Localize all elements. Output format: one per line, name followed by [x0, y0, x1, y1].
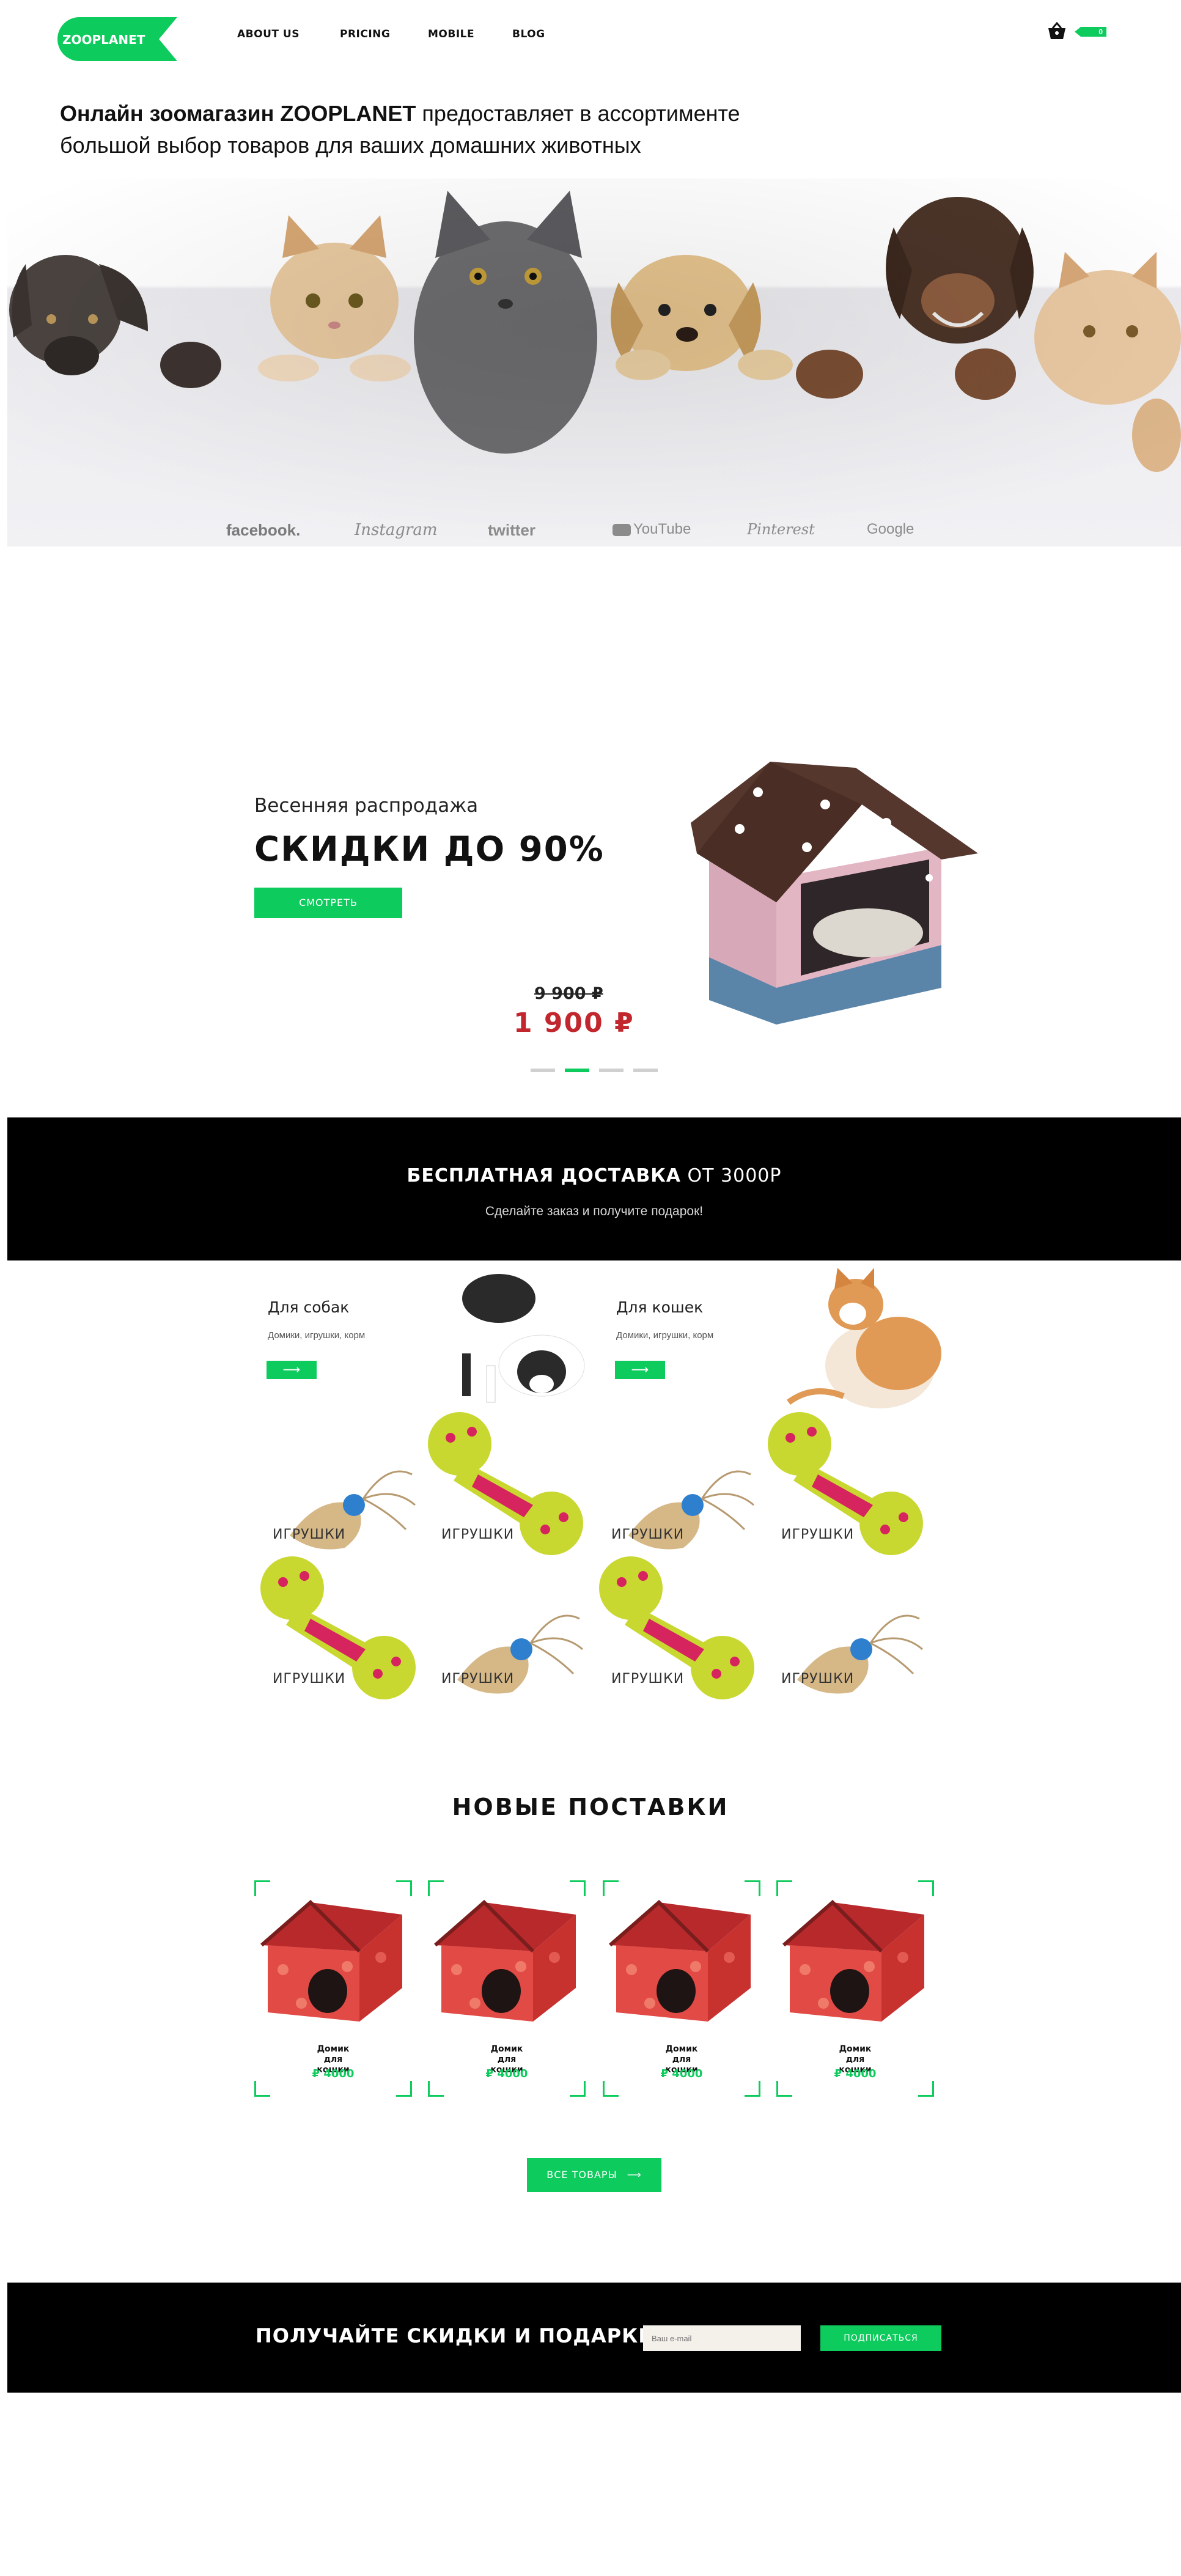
logo-text: ZOOPLANET — [62, 32, 145, 47]
cat-house-image — [260, 1899, 402, 2022]
delivery-title-rest: ОТ 3000Р — [681, 1165, 782, 1187]
toy-mouse-image — [797, 1614, 923, 1694]
intro-bold: Онлайн зоомагазин ZOOPLANET — [60, 101, 416, 126]
toy-label: ИГРУШКИ — [781, 1527, 855, 1542]
frame-corner — [428, 2081, 444, 2097]
brand-logos-row: facebook. Instagram twitter YouTube Pint… — [7, 521, 1181, 545]
toy-label: ИГРУШКИ — [611, 1527, 685, 1542]
slider-dot[interactable] — [531, 1069, 555, 1072]
toy-label: ИГРУШКИ — [611, 1671, 685, 1687]
cat-house-image — [434, 1899, 576, 2022]
category-dogs-subtitle: Домики, игрушки, корм — [268, 1330, 366, 1341]
promo-old-price: 9 900 ₽ — [534, 984, 603, 1003]
frame-corner — [918, 2081, 934, 2097]
cat-house-image — [609, 1899, 751, 2022]
slider-dots — [531, 1069, 659, 1073]
nav-about-us[interactable]: ABOUT US — [237, 28, 300, 40]
intro-rest: предоставляет в ассортименте — [416, 101, 740, 126]
subscribe-title: ПОЛУЧАЙТЕ СКИДКИ И ПОДАРКИ — [256, 2324, 656, 2347]
delivery-title-bold: БЕСПЛАТНАЯ ДОСТАВКА — [407, 1165, 682, 1187]
pinterest-logo: Pinterest — [747, 521, 815, 538]
instagram-logo: Instagram — [355, 521, 438, 539]
pet-house-image — [691, 762, 978, 1025]
slider-dot[interactable] — [565, 1069, 589, 1072]
twitter-logo: twitter — [488, 521, 535, 539]
all-products-button[interactable]: ВСЕ ТОВАРЫ ⟶ — [527, 2158, 661, 2192]
zooplanet-logo[interactable]: ZOOPLANET — [56, 16, 178, 62]
cat-house-image — [782, 1899, 924, 2022]
cat-ginger-sitting-image — [787, 1268, 941, 1408]
youtube-logo: YouTube — [613, 521, 691, 538]
promo-view-button[interactable]: СМОТРЕТЬ — [254, 888, 402, 918]
youtube-play-icon — [613, 523, 631, 536]
facebook-logo: facebook. — [226, 521, 301, 539]
category-cats-button[interactable]: ⟶ — [615, 1361, 665, 1379]
promo-subtitle: Весенняя распродажа — [254, 795, 479, 817]
toy-label: ИГРУШКИ — [273, 1527, 346, 1542]
slider-dot[interactable] — [599, 1069, 624, 1072]
category-cats-subtitle: Домики, игрушки, корм — [616, 1330, 714, 1341]
cart-count: 0 — [1098, 28, 1103, 36]
promo-new-price: 1 900 ₽ — [513, 1007, 635, 1039]
dog-collie-image — [462, 1274, 585, 1403]
product-price: ₽ 4000 — [834, 2067, 877, 2080]
toy-label: ИГРУШКИ — [781, 1671, 855, 1687]
subscribe-button[interactable]: ПОДПИСАТЬСЯ — [820, 2325, 941, 2351]
pets-illustration — [7, 178, 1181, 546]
hero-pets-banner — [7, 178, 1181, 546]
product-price: ₽ 4000 — [660, 2067, 703, 2080]
frame-corner — [745, 2081, 760, 2097]
slider-dot[interactable] — [633, 1069, 658, 1072]
frame-corner — [603, 2081, 619, 2097]
delivery-title: БЕСПЛАТНАЯ ДОСТАВКА ОТ 3000Р — [7, 1165, 1181, 1187]
delivery-subtitle: Сделайте заказ и получите подарок! — [485, 1204, 704, 1218]
cart-count-badge[interactable]: 0 — [1075, 27, 1106, 37]
all-products-label: ВСЕ ТОВАРЫ — [546, 2169, 617, 2180]
intro-text: Онлайн зоомагазин ZOOPLANET предоставляе… — [60, 98, 793, 161]
new-arrivals-title: НОВЫЕ ПОСТАВКИ — [452, 1794, 729, 1820]
frame-corner — [396, 2081, 412, 2097]
nav-blog[interactable]: BLOG — [512, 28, 545, 40]
basket-icon[interactable] — [1047, 22, 1067, 40]
subscribe-banner: ПОЛУЧАЙТЕ СКИДКИ И ПОДАРКИ ПОДПИСАТЬСЯ — [7, 2283, 1181, 2393]
category-cats-title: Для кошек — [616, 1298, 704, 1316]
youtube-text: YouTube — [633, 521, 691, 537]
promo-title: СКИДКИ ДО 90% — [254, 830, 605, 869]
product-card[interactable]: Домик для кошки ₽ 4000 — [776, 1880, 934, 2097]
arrow-right-icon: ⟶ — [627, 2169, 642, 2180]
toy-label: ИГРУШКИ — [441, 1671, 515, 1687]
product-card[interactable]: Домик для кошки ₽ 4000 — [603, 1880, 760, 2097]
free-delivery-banner: БЕСПЛАТНАЯ ДОСТАВКА ОТ 3000Р Сделайте за… — [7, 1117, 1181, 1260]
product-card[interactable]: Домик для кошки ₽ 4000 — [254, 1880, 412, 2097]
toy-label: ИГРУШКИ — [273, 1671, 346, 1687]
toy-label: ИГРУШКИ — [441, 1527, 515, 1542]
nav-pricing[interactable]: PRICING — [340, 28, 390, 40]
frame-corner — [254, 2081, 270, 2097]
toy-mouse-image — [457, 1614, 583, 1694]
frame-corner — [776, 2081, 792, 2097]
category-dogs-title: Для собак — [268, 1298, 350, 1316]
product-price: ₽ 4000 — [485, 2067, 528, 2080]
frame-corner — [570, 2081, 586, 2097]
category-dogs-button[interactable]: ⟶ — [267, 1361, 317, 1379]
google-logo: Google — [867, 521, 914, 537]
intro-line2: большой выбор товаров для ваших домашних… — [60, 133, 641, 158]
product-card[interactable]: Домик для кошки ₽ 4000 — [428, 1880, 586, 2097]
email-field[interactable] — [643, 2325, 801, 2351]
nav-mobile[interactable]: MOBILE — [428, 28, 474, 40]
product-price: ₽ 4000 — [312, 2067, 355, 2080]
